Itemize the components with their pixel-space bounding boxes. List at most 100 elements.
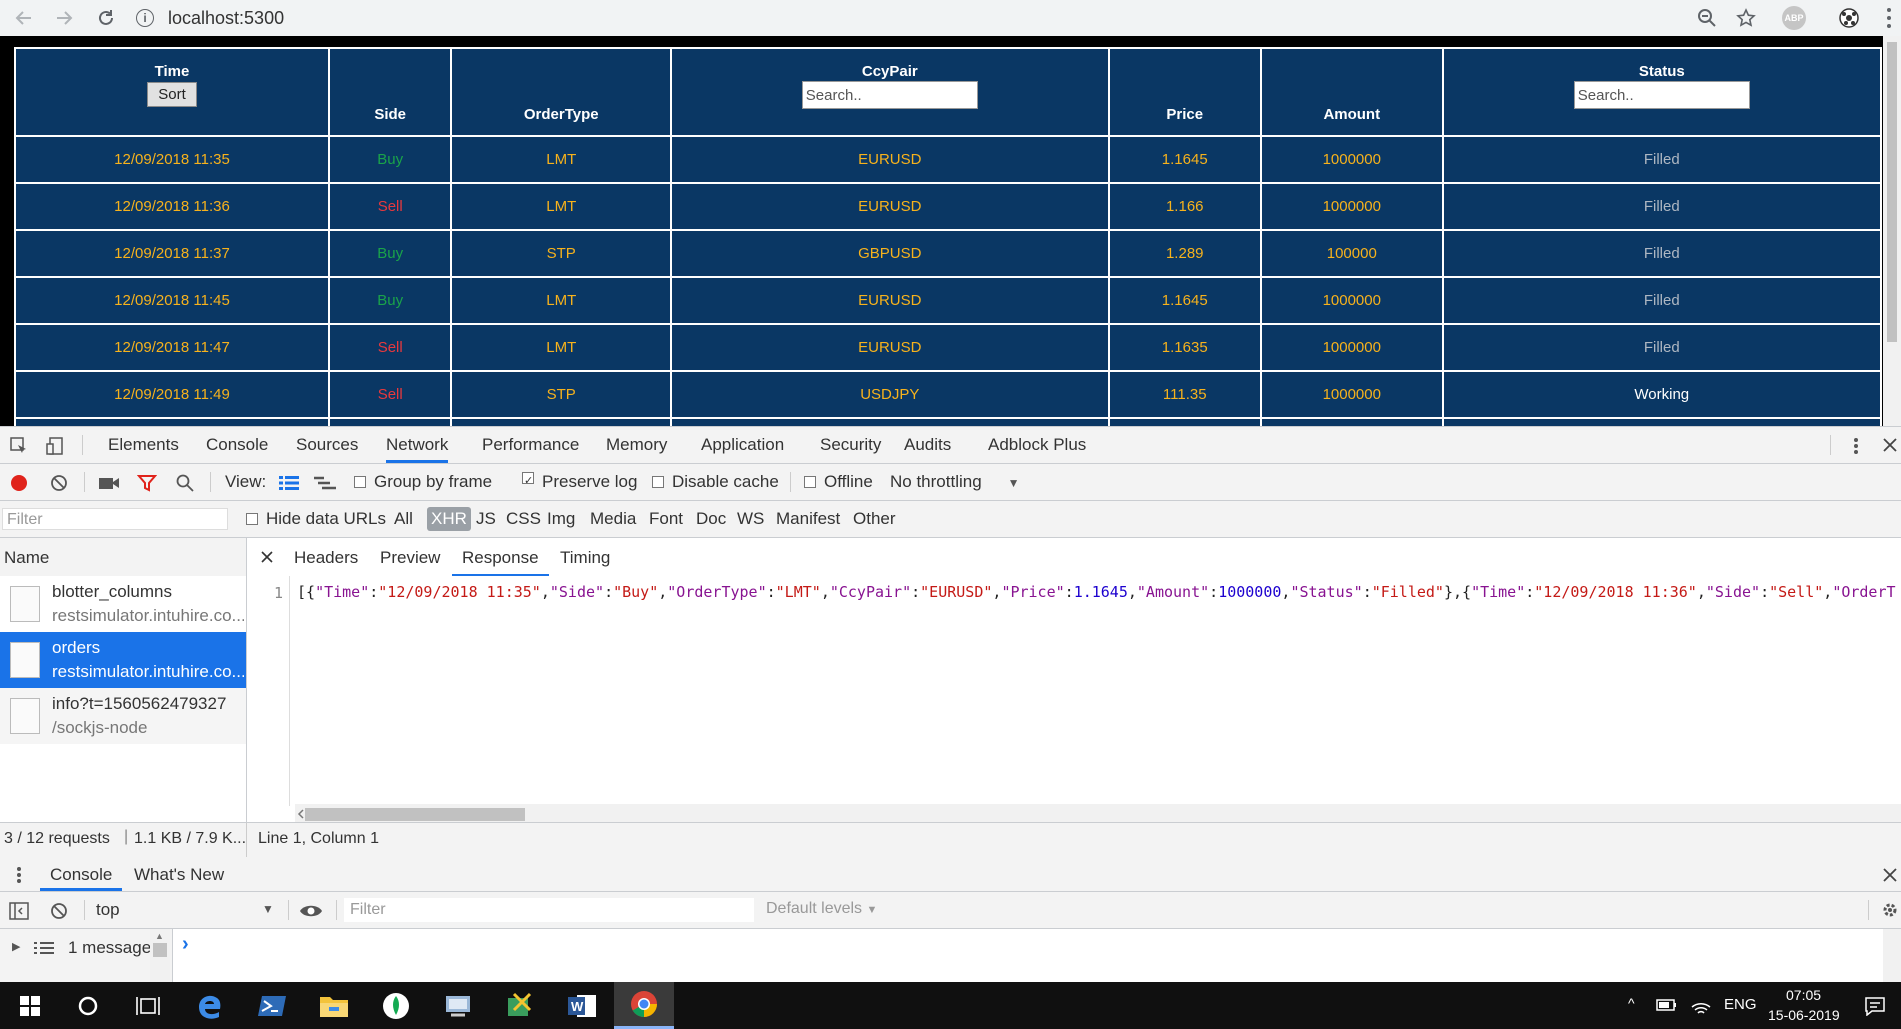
console-sidebar-icon[interactable] [8, 900, 30, 922]
detail-tab-response[interactable]: Response [452, 548, 549, 577]
record-icon[interactable] [8, 472, 30, 494]
action-center-icon[interactable] [1864, 996, 1886, 1016]
request-row[interactable]: blotter_columns restsimulator.intuhire.co… [0, 576, 246, 632]
zoom-icon[interactable] [1694, 5, 1720, 31]
type-filter-css[interactable]: CSS [506, 509, 541, 529]
word-app[interactable]: W [552, 982, 612, 1029]
inspect-element-icon[interactable] [8, 435, 30, 457]
page-scrollbar[interactable] [1883, 36, 1901, 426]
filter-funnel-icon[interactable] [136, 472, 158, 494]
search-icon[interactable] [174, 472, 196, 494]
close-details-icon[interactable] [258, 548, 276, 566]
type-filter-media[interactable]: Media [590, 509, 636, 529]
device-toolbar-icon[interactable] [44, 435, 66, 457]
status-search-input[interactable]: Search.. [1573, 81, 1750, 109]
type-filter-other[interactable]: Other [853, 509, 896, 529]
mongodb-app[interactable] [366, 982, 426, 1029]
devtools-tab-console[interactable]: Console [206, 435, 268, 460]
screenshot-camera-icon[interactable] [96, 472, 122, 494]
type-filter-js[interactable]: JS [476, 509, 496, 529]
close-devtools-icon[interactable] [1880, 435, 1900, 455]
table-row[interactable]: 12/09/2018 11:49 Sell STP USDJPY 111.35 10000… [14, 370, 1883, 419]
message-count[interactable]: 1 message [68, 938, 151, 958]
name-column-header[interactable]: Name [0, 538, 247, 576]
expand-triangle-icon[interactable]: ▶ [12, 940, 20, 953]
table-row[interactable]: 12/09/2018 11:35 Buy LMT EURUSD 1.1645 100000… [14, 135, 1883, 184]
console-settings-gear-icon[interactable] [1880, 900, 1900, 920]
preserve-log-checkbox[interactable]: Preserve log [522, 472, 637, 492]
type-filter-all[interactable]: All [394, 509, 413, 529]
hide-data-urls-checkbox[interactable]: Hide data URLs [246, 509, 386, 529]
scroll-left-icon[interactable] [297, 809, 305, 819]
throttling-select[interactable]: No throttling ▼ [890, 472, 1020, 492]
sort-button[interactable]: Sort [147, 82, 197, 107]
info-icon[interactable]: i [136, 9, 154, 27]
language-indicator[interactable]: ENG [1724, 996, 1757, 1013]
devtools-tab-adblock-plus[interactable]: Adblock Plus [988, 435, 1086, 460]
devtools-tab-memory[interactable]: Memory [606, 435, 667, 460]
devtools-tab-audits[interactable]: Audits [904, 435, 951, 460]
forward-button[interactable] [46, 0, 82, 36]
battery-icon[interactable] [1656, 998, 1678, 1012]
offline-checkbox[interactable]: Offline [804, 472, 873, 492]
devtools-tab-sources[interactable]: Sources [296, 435, 358, 460]
table-row[interactable]: 12/09/2018 11:47 Sell LMT EURUSD 1.1635 10000… [14, 323, 1883, 372]
request-row[interactable]: info?t=1560562479327/sockjs-node [0, 688, 246, 744]
control-panel-app[interactable] [428, 982, 488, 1029]
adblock-extension-icon[interactable]: ABP [1782, 6, 1806, 30]
log-levels-select[interactable]: Default levels ▼ [766, 900, 877, 918]
chrome-app-active[interactable] [614, 982, 674, 1029]
response-code[interactable]: [{"Time":"12/09/2018 11:35","Side":"Buy"… [297, 583, 1896, 601]
type-filter-doc[interactable]: Doc [696, 509, 726, 529]
detail-tab-headers[interactable]: Headers [294, 548, 358, 574]
start-button[interactable] [0, 982, 60, 1029]
devtools-tab-elements[interactable]: Elements [108, 435, 179, 460]
address-bar[interactable]: i localhost:5300 [136, 2, 1736, 34]
powershell-app[interactable] [242, 982, 302, 1029]
detail-tab-preview[interactable]: Preview [380, 548, 440, 574]
console-filter-input[interactable]: Filter [344, 898, 754, 922]
tray-expand-icon[interactable]: ^ [1628, 995, 1635, 1011]
drawer-tab-console[interactable]: Console [40, 865, 123, 891]
devtools-tab-application[interactable]: Application [701, 435, 784, 460]
page-scrollbar-thumb[interactable] [1887, 42, 1897, 342]
console-prompt[interactable]: › [182, 933, 189, 956]
devtools-menu-icon[interactable] [1848, 436, 1864, 456]
sidebar-scrollbar[interactable]: ▲ [150, 929, 170, 983]
table-row[interactable]: 12/09/2018 11:36 Sell LMT EURUSD 1.166 100000… [14, 182, 1883, 231]
detail-tab-timing[interactable]: Timing [560, 548, 610, 574]
table-row[interactable]: 12/09/2018 11:45 Buy LMT EURUSD 1.1645 100000… [14, 276, 1883, 325]
drawer-tab-what-s-new[interactable]: What's New [134, 865, 224, 888]
type-filter-ws[interactable]: WS [737, 509, 764, 529]
clock-date[interactable]: 15-06-2019 [1768, 1007, 1840, 1023]
cortana-button[interactable] [58, 982, 118, 1029]
edge-app[interactable] [180, 982, 240, 1029]
console-scrollbar[interactable] [1883, 929, 1901, 983]
reload-button[interactable] [88, 0, 124, 36]
devtools-tab-performance[interactable]: Performance [482, 435, 579, 460]
close-drawer-icon[interactable] [1880, 865, 1900, 885]
task-view-button[interactable] [118, 982, 178, 1029]
type-filter-font[interactable]: Font [649, 509, 683, 529]
drawer-menu-icon[interactable] [14, 865, 24, 885]
devtools-tab-network[interactable]: Network [386, 435, 449, 463]
table-row-partial[interactable] [14, 417, 1883, 426]
clock-time[interactable]: 07:05 [1786, 987, 1821, 1003]
type-filter-xhr[interactable]: XHR [427, 507, 471, 531]
large-rows-icon[interactable] [278, 472, 300, 494]
extension-ball-icon[interactable] [1836, 5, 1862, 31]
snipping-tool-app[interactable] [490, 982, 550, 1029]
file-explorer-app[interactable] [304, 982, 364, 1029]
type-filter-img[interactable]: Img [547, 509, 575, 529]
bookmark-star-icon[interactable] [1733, 5, 1759, 31]
response-hscroll-thumb[interactable] [305, 808, 525, 821]
back-button[interactable] [6, 0, 42, 36]
table-row[interactable]: 12/09/2018 11:37 Buy STP GBPUSD 1.289 100000 F… [14, 229, 1883, 278]
live-expression-eye-icon[interactable] [298, 900, 324, 922]
browser-menu-icon[interactable] [1887, 8, 1893, 32]
clear-console-icon[interactable] [48, 900, 70, 922]
filter-input[interactable]: Filter [2, 508, 228, 530]
wifi-icon[interactable] [1690, 995, 1712, 1015]
waterfall-overview-icon[interactable] [314, 472, 336, 494]
response-hscrollbar[interactable] [295, 804, 1901, 824]
